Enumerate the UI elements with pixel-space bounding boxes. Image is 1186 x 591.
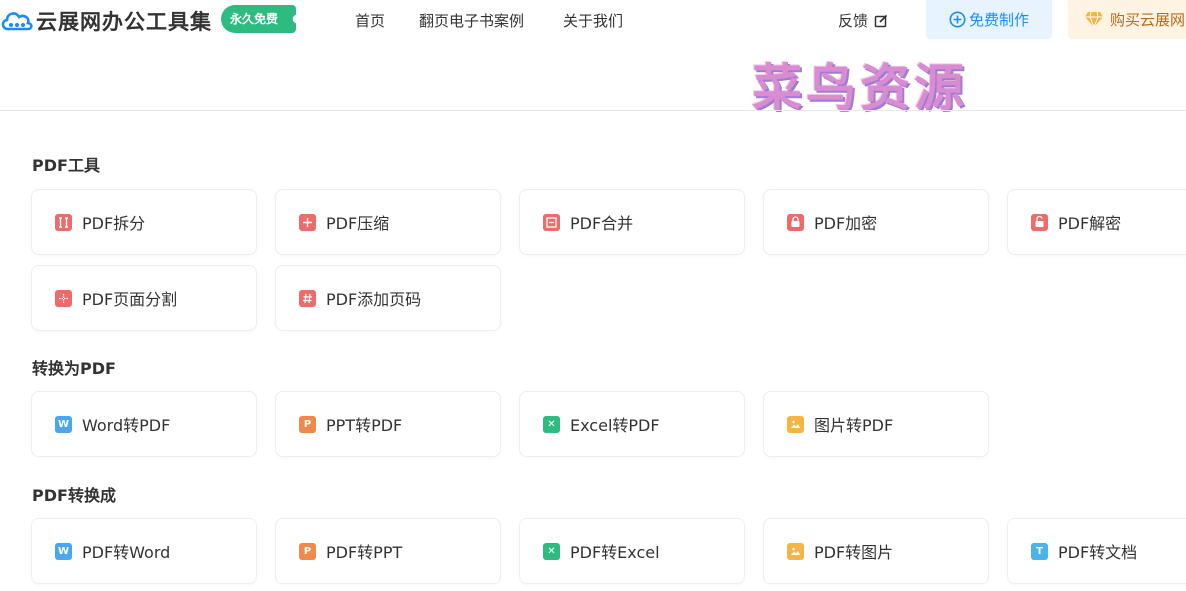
edit-icon xyxy=(874,14,888,27)
tool-card-pdf-decrypt[interactable]: PDF解密 xyxy=(1007,189,1186,255)
tool-card-pdf-page-split[interactable]: PDF页面分割 xyxy=(31,265,257,331)
tool-card-pdf-add-page-number[interactable]: PDF添加页码 xyxy=(275,265,501,331)
tool-card-pdf-encrypt[interactable]: PDF加密 xyxy=(763,189,989,255)
free-make-label: 免费制作 xyxy=(968,11,1029,29)
tool-label: PDF拆分 xyxy=(82,214,146,233)
pdf-lock-icon xyxy=(787,213,804,231)
pdf-page-number-icon xyxy=(299,289,316,307)
brand-name: 云展网办公工具集 xyxy=(36,10,212,34)
plus-circle-icon xyxy=(949,11,966,28)
tool-card-pdf-compress[interactable]: PDF压缩 xyxy=(275,189,501,255)
tool-label: PPT转PDF xyxy=(326,416,403,435)
tool-label: PDF转Word xyxy=(82,543,171,562)
tool-card-pdf-to-ppt[interactable]: P PDF转PPT xyxy=(275,518,501,584)
pdf-unlock-icon xyxy=(1031,213,1048,231)
tool-label: PDF页面分割 xyxy=(82,290,178,309)
tool-label: PDF压缩 xyxy=(326,214,390,233)
tool-label: PDF解密 xyxy=(1058,214,1122,233)
section-title-from-pdf: PDF转换成 xyxy=(32,486,116,505)
tool-card-word-to-pdf[interactable]: W Word转PDF xyxy=(31,391,257,457)
tool-card-pdf-split[interactable]: PDF拆分 xyxy=(31,189,257,255)
diamond-icon xyxy=(1085,11,1103,28)
tool-card-ppt-to-pdf[interactable]: P PPT转PDF xyxy=(275,391,501,457)
section-title-to-pdf: 转换为PDF xyxy=(32,359,116,378)
tool-card-pdf-merge[interactable]: PDF合并 xyxy=(519,189,745,255)
tool-label: Word转PDF xyxy=(82,416,171,435)
nav-home[interactable]: 首页 xyxy=(355,10,385,31)
tool-label: PDF转图片 xyxy=(814,543,894,562)
nav-ebook-cases[interactable]: 翻页电子书案例 xyxy=(419,10,524,31)
tool-label: 图片转PDF xyxy=(814,416,894,435)
free-badge: 永久免费 xyxy=(221,5,298,33)
ppt-icon: P xyxy=(299,542,316,560)
image-icon xyxy=(787,415,804,433)
excel-icon: ✕ xyxy=(543,542,560,560)
nav-about[interactable]: 关于我们 xyxy=(563,10,623,31)
word-icon: W xyxy=(55,542,72,560)
tool-label: PDF加密 xyxy=(814,214,878,233)
tool-label: PDF添加页码 xyxy=(326,290,422,309)
feedback-link[interactable]: 反馈 xyxy=(838,10,888,31)
tool-label: Excel转PDF xyxy=(570,416,660,435)
tool-card-pdf-to-excel[interactable]: ✕ PDF转Excel xyxy=(519,518,745,584)
tool-card-pdf-to-image[interactable]: PDF转图片 xyxy=(763,518,989,584)
brand-logo[interactable]: 云展网办公工具集 xyxy=(0,6,212,36)
pdf-split-icon xyxy=(55,213,72,231)
tool-label: PDF转PPT xyxy=(326,543,403,562)
free-make-button[interactable]: 免费制作 xyxy=(926,0,1052,39)
tool-label: PDF转Excel xyxy=(570,543,660,562)
ppt-icon: P xyxy=(299,415,316,433)
pdf-compress-icon xyxy=(299,213,316,231)
feedback-label: 反馈 xyxy=(838,12,869,30)
word-icon: W xyxy=(55,415,72,433)
buy-button[interactable]: 购买云展网 xyxy=(1068,0,1186,39)
excel-icon: ✕ xyxy=(543,415,560,433)
image-icon xyxy=(787,542,804,560)
section-title-pdf-tools: PDF工具 xyxy=(32,156,100,175)
header-divider xyxy=(0,110,1186,111)
pdf-merge-icon xyxy=(543,213,560,231)
tool-label: PDF合并 xyxy=(570,214,634,233)
tool-label: PDF转文档 xyxy=(1058,543,1138,562)
pdf-page-split-icon xyxy=(55,289,72,307)
tool-card-image-to-pdf[interactable]: 图片转PDF xyxy=(763,391,989,457)
tool-card-pdf-to-word[interactable]: W PDF转Word xyxy=(31,518,257,584)
cloud-logo-icon xyxy=(0,7,34,35)
buy-label: 购买云展网 xyxy=(1110,11,1186,29)
tool-card-pdf-to-text[interactable]: T PDF转文档 xyxy=(1007,518,1186,584)
top-header: 云展网办公工具集 永久免费 首页 翻页电子书案例 关于我们 反馈 免费制作 购买… xyxy=(0,0,1186,40)
tool-card-excel-to-pdf[interactable]: ✕ Excel转PDF xyxy=(519,391,745,457)
text-icon: T xyxy=(1031,542,1048,560)
